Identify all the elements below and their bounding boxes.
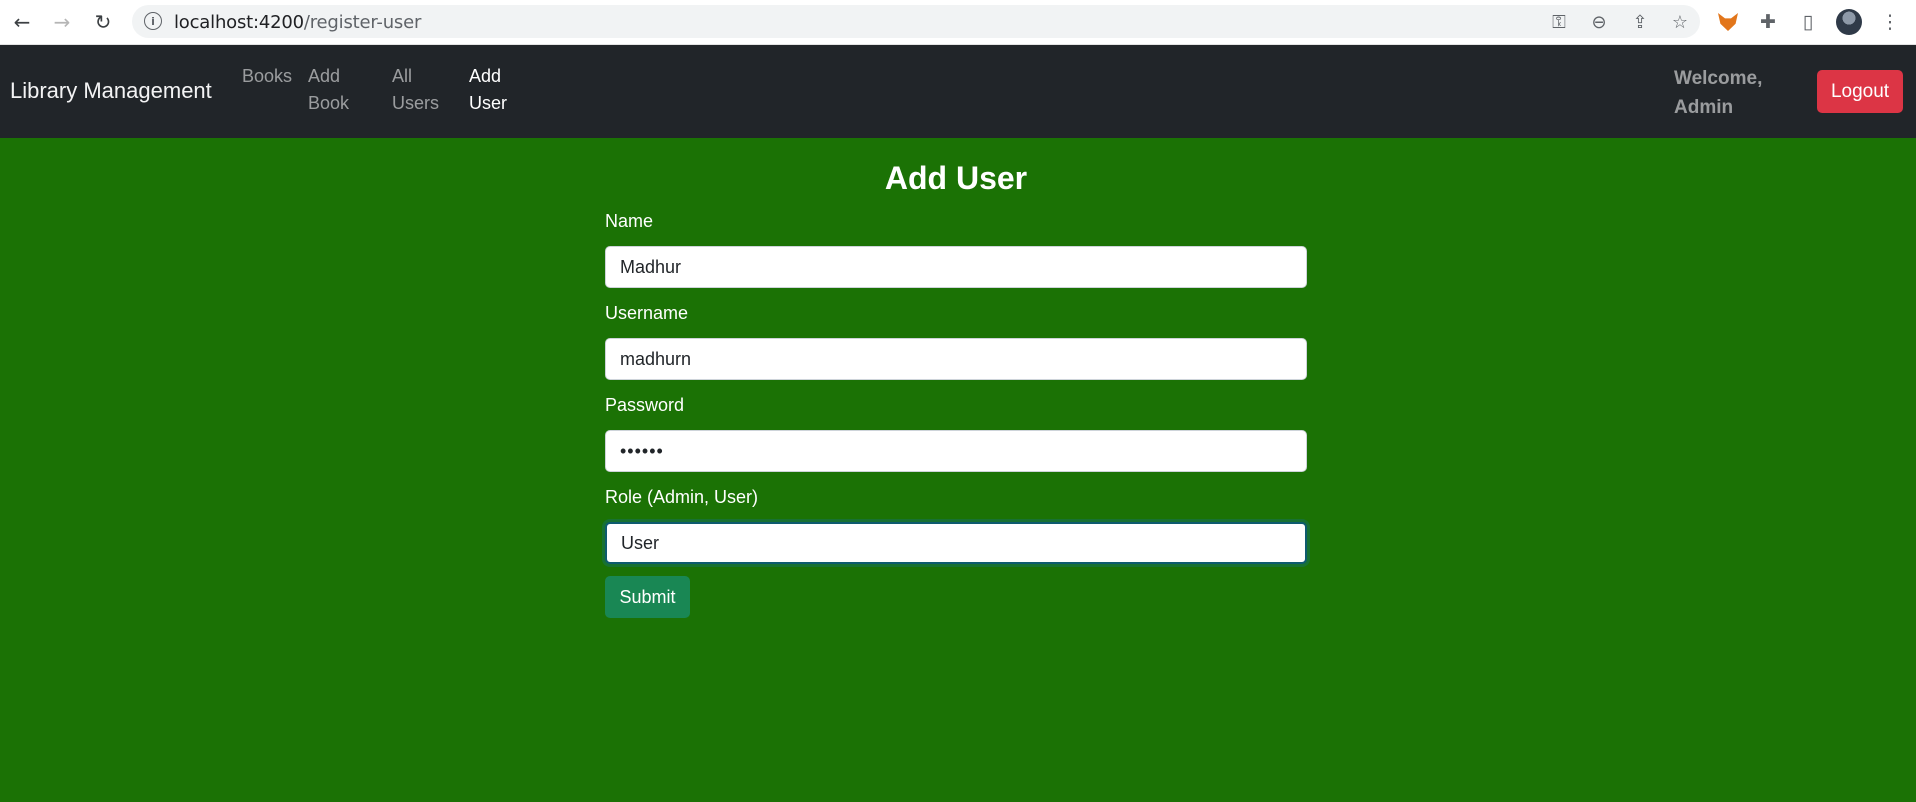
- page-title: Add User: [884, 160, 1028, 196]
- nav-link-all-users[interactable]: All Users: [392, 63, 439, 117]
- nav-link-add-book[interactable]: Add Book: [308, 63, 349, 117]
- nav-link-label: User: [469, 93, 508, 113]
- nav-link-label: Add: [469, 66, 502, 86]
- url-host: localhost:4200: [174, 12, 304, 33]
- welcome-line: Welcome,: [1674, 68, 1763, 89]
- role-input[interactable]: [605, 522, 1307, 564]
- nav-link-label: Book: [308, 93, 350, 113]
- url-text[interactable]: localhost:4200/register-user: [174, 12, 421, 33]
- url-path: /register-user: [303, 12, 422, 33]
- username-label: Username: [605, 303, 689, 323]
- welcome-user-name: Admin: [1674, 97, 1734, 118]
- name-input[interactable]: [605, 246, 1307, 288]
- navbar-brand[interactable]: Library Management: [10, 78, 212, 104]
- zoom-icon[interactable]: ⊖: [1587, 10, 1611, 34]
- nav-link-label: Add: [308, 66, 341, 86]
- nav-link-label: All: [392, 66, 413, 86]
- nav-link-label: Books: [242, 66, 293, 86]
- submit-button[interactable]: Submit: [605, 576, 690, 618]
- password-input[interactable]: [605, 430, 1307, 472]
- browser-toolbar: ← → ↻ i localhost:4200/register-user ⚿ ⊖…: [0, 0, 1916, 45]
- address-bar[interactable]: i localhost:4200/register-user ⚿ ⊖ ⇪ ☆: [132, 5, 1700, 38]
- forward-icon[interactable]: →: [48, 8, 76, 36]
- back-icon[interactable]: ←: [8, 8, 36, 36]
- nav-link-books[interactable]: Books: [242, 63, 292, 90]
- app-navbar: Library Management Books Add Book All Us…: [0, 45, 1916, 138]
- bookmark-star-icon[interactable]: ☆: [1668, 10, 1692, 34]
- name-label: Name: [605, 211, 654, 231]
- browser-menu-icon[interactable]: ⋮: [1876, 8, 1904, 36]
- share-icon[interactable]: ⇪: [1628, 10, 1652, 34]
- key-icon[interactable]: ⚿: [1547, 10, 1571, 34]
- profile-avatar[interactable]: [1835, 8, 1863, 36]
- password-label: Password: [605, 395, 685, 415]
- welcome-text: Welcome, Admin: [1674, 64, 1762, 122]
- extensions-puzzle-icon[interactable]: ✚: [1754, 8, 1782, 36]
- reload-icon[interactable]: ↻: [89, 8, 117, 36]
- username-input[interactable]: [605, 338, 1307, 380]
- side-panel-icon[interactable]: ▯: [1794, 8, 1822, 36]
- nav-link-add-user[interactable]: Add User: [469, 63, 507, 117]
- nav-link-label: Users: [392, 93, 440, 113]
- logout-button[interactable]: Logout: [1817, 70, 1903, 113]
- site-info-icon[interactable]: i: [144, 12, 162, 30]
- metamask-extension-icon[interactable]: [1714, 8, 1742, 36]
- role-label: Role (Admin, User): [605, 487, 759, 507]
